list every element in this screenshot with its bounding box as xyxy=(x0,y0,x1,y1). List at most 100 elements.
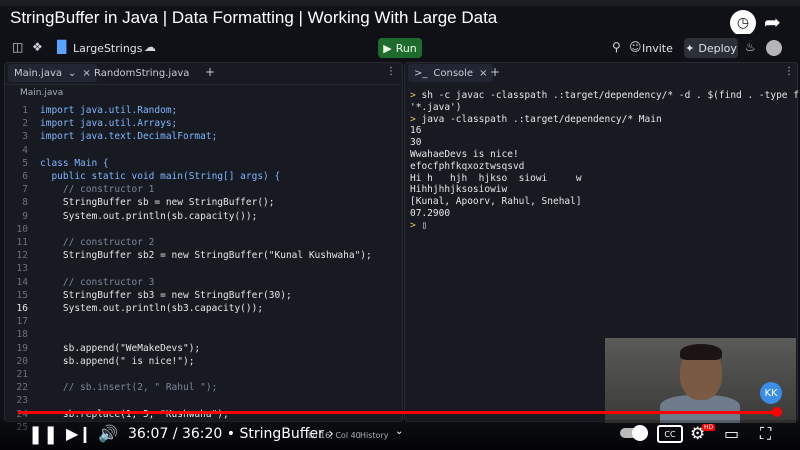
current-time: 36:07 xyxy=(128,426,169,442)
code-line[interactable]: import java.util.Arrays; xyxy=(40,118,177,129)
project-name[interactable]: LargeStrings xyxy=(73,42,143,55)
code-line[interactable]: // constructor 3 xyxy=(40,277,155,288)
line-number: 22 xyxy=(16,382,28,394)
console-line: Hi h hjh hjkso siowi w xyxy=(410,173,582,184)
tab-console[interactable]: >_ Console × xyxy=(408,64,494,82)
run-label: Run xyxy=(395,41,417,55)
next-icon[interactable]: ▶❙ xyxy=(66,424,92,443)
new-tab-plus-icon[interactable]: + xyxy=(490,65,500,79)
video-title[interactable]: StringBuffer in Java | Data Formatting |… xyxy=(10,8,497,28)
run-button[interactable]: ▶ Run xyxy=(378,38,422,58)
java-project-icon: █ xyxy=(57,40,67,54)
avatar[interactable] xyxy=(766,40,782,56)
play-icon: ▶ xyxy=(383,41,392,55)
console-line: WwahaeDevs is nice! xyxy=(410,149,519,160)
code-line[interactable]: sb.append("WeMakeDevs"); xyxy=(40,343,200,354)
duration: 36:20 xyxy=(181,426,223,442)
console-text: efocfphfkqxoztwsqsvd xyxy=(410,160,525,172)
code-line[interactable]: // constructor 1 xyxy=(40,184,155,195)
captions-button[interactable]: CC xyxy=(657,425,683,443)
code-line[interactable]: System.out.println(sb3.capacity()); xyxy=(40,303,263,314)
line-number: 20 xyxy=(16,355,28,367)
new-tab-plus-icon[interactable]: + xyxy=(205,65,215,79)
volume-icon[interactable]: 🔊 xyxy=(98,424,118,443)
deploy-icon: ✦ xyxy=(685,41,695,55)
console-line: Hihhjhhjksosiowiw xyxy=(410,184,507,195)
line-number: 19 xyxy=(16,342,28,354)
console-text: Hihhjhhjksosiowiw xyxy=(410,184,508,196)
share-icon[interactable]: ➦ xyxy=(764,10,781,34)
tab-label: Console xyxy=(433,67,474,79)
progress-scrubber-handle[interactable] xyxy=(772,407,782,417)
code-line[interactable]: import java.util.Random; xyxy=(40,105,177,116)
deploy-button[interactable]: ✦ Deploy xyxy=(684,38,738,58)
tab-main-java[interactable]: Main.java ⌄ × xyxy=(8,64,97,82)
console-line: '*.java') xyxy=(410,102,461,113)
code-line[interactable]: sb.append(" is nice!"); xyxy=(40,356,195,367)
line-number: 16 xyxy=(16,303,28,314)
line-number: 6 xyxy=(22,171,28,182)
prompt-symbol: > xyxy=(410,113,416,125)
mac-menu-bar xyxy=(0,0,800,6)
console-line: 30 xyxy=(410,137,421,148)
invite-button[interactable]: Invite xyxy=(642,42,673,55)
fullscreen-icon[interactable]: ⛶ xyxy=(760,424,771,444)
code-line[interactable]: System.out.println(sb.capacity()); xyxy=(40,211,257,222)
line-number: 10 xyxy=(16,223,28,235)
autoplay-toggle-knob[interactable] xyxy=(632,425,648,441)
code-line[interactable]: import java.text.DecimalFormat; xyxy=(40,131,217,142)
console-line: 07.2900 xyxy=(410,208,450,219)
watch-later-icon[interactable]: ◷ xyxy=(730,10,756,36)
console-text: Hi h hjh hjkso siowi w xyxy=(410,172,582,184)
console-line: > java -classpath .:target/dependency/* … xyxy=(410,114,662,125)
tab-randomstring-java[interactable]: RandomString.java xyxy=(88,64,195,82)
history-button[interactable]: History xyxy=(360,431,388,440)
line-number: 5 xyxy=(22,157,28,169)
time-display: 36:07 / 36:20 • StringBuffer › xyxy=(128,426,334,442)
chevron-down-icon[interactable]: ⌄ xyxy=(395,426,403,437)
prompt-symbol: > xyxy=(410,90,416,101)
tab-label: RandomString.java xyxy=(94,67,190,79)
code-line[interactable]: StringBuffer sb2 = new StringBuffer("Kun… xyxy=(40,250,372,261)
close-icon[interactable]: × xyxy=(479,68,487,79)
console-text: WwahaeDevs is nice! xyxy=(410,149,519,160)
tab-label: Main.java xyxy=(14,67,63,79)
line-number: 4 xyxy=(22,144,28,156)
search-icon[interactable]: ⚲ xyxy=(612,40,621,54)
console-line: > sh -c javac -classpath .:target/depend… xyxy=(410,90,800,101)
line-number: 8 xyxy=(22,197,28,209)
prompt-symbol: > xyxy=(410,219,416,231)
console-menu-icon[interactable]: ⋮ xyxy=(784,66,794,77)
line-number: 7 xyxy=(22,184,28,196)
tab-menu-icon[interactable]: ⋮ xyxy=(386,66,396,77)
terminal-icon: >_ xyxy=(414,67,428,79)
notification-bell-icon[interactable]: ♨ xyxy=(745,40,756,54)
line-number: 11 xyxy=(16,237,28,248)
code-line[interactable]: // sb.insert(2, " Rahul "); xyxy=(40,382,217,393)
progress-bar-fill xyxy=(18,411,777,414)
breadcrumb[interactable]: Main.java xyxy=(20,88,63,98)
chevron-down-icon[interactable]: ⌄ xyxy=(68,68,76,79)
sidebar-toggle-icon[interactable]: ◫ xyxy=(12,40,23,54)
hd-badge: HD xyxy=(702,424,716,431)
code-line[interactable]: // constructor 2 xyxy=(40,237,155,248)
code-line[interactable]: StringBuffer sb3 = new StringBuffer(30); xyxy=(40,290,292,301)
code-line[interactable]: public static void main(String[] args) { xyxy=(40,171,280,182)
line-number: 23 xyxy=(16,395,28,407)
code-line[interactable]: class Main { xyxy=(40,158,109,169)
pause-icon[interactable]: ❚❚ xyxy=(28,424,58,445)
code-line[interactable]: StringBuffer sb = new StringBuffer(); xyxy=(40,197,275,208)
console-line: efocfphfkqxoztwsqsvd xyxy=(410,161,524,172)
console-text: 07.2900 xyxy=(410,208,451,219)
console-text: ▯ xyxy=(421,219,428,231)
agent-icon[interactable]: ❖ xyxy=(32,40,43,54)
line-number: 18 xyxy=(16,329,28,341)
line-number: 1 xyxy=(22,105,28,116)
invite-icon: ☺ xyxy=(629,40,642,54)
console-line: 16 xyxy=(410,125,421,136)
line-number: 3 xyxy=(22,131,28,143)
cast-icon[interactable]: ▭ xyxy=(724,424,739,443)
line-number: 12 xyxy=(16,250,28,262)
channel-logo[interactable]: KK xyxy=(760,382,782,404)
console-text: '*.java') xyxy=(410,101,462,113)
